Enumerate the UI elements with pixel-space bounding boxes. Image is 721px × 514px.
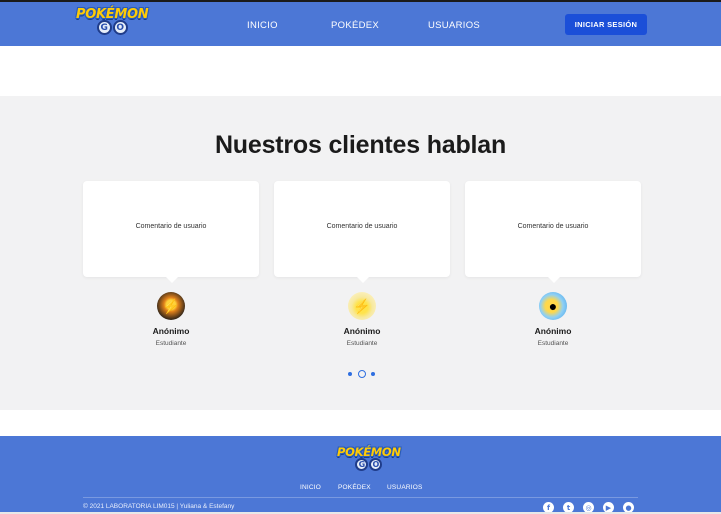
testimonial-role: Estudiante	[155, 340, 187, 347]
testimonial-name: Anónimo	[152, 326, 190, 336]
pokemon-avatar-icon: ⚡	[157, 292, 185, 320]
psyduck-avatar-icon: ●	[539, 292, 567, 320]
carousel-dot-active[interactable]	[358, 370, 366, 378]
testimonial-card: Comentario de usuario	[274, 181, 450, 283]
testimonial-card: Comentario de usuario	[465, 181, 641, 283]
carousel-dot[interactable]	[348, 372, 352, 376]
footer-link-usuarios[interactable]: USUARIOS	[387, 484, 423, 491]
nav-link-pokedex[interactable]: POKÉDEX	[331, 20, 379, 31]
login-button[interactable]: INICIAR SESIÓN	[565, 14, 647, 35]
testimonial-role: Estudiante	[537, 340, 569, 347]
section-title: Nuestros clientes hablan	[214, 131, 507, 159]
footer-divider	[83, 497, 638, 498]
testimonial-comment: Comentario de usuario	[135, 223, 207, 230]
copyright-text: © 2021 LABORATORIA LIM015 | Yuliana & Es…	[83, 503, 235, 510]
testimonial-role: Estudiante	[346, 340, 378, 347]
footer-link-inicio[interactable]: INICIO	[300, 484, 321, 491]
speech-tail	[548, 277, 560, 283]
testimonial-comment: Comentario de usuario	[517, 223, 589, 230]
testimonial-name: Anónimo	[343, 326, 381, 336]
speech-tail	[166, 277, 178, 283]
footer-link-pokedex[interactable]: POKÉDEX	[338, 484, 371, 491]
navbar: POKÉMON G O INICIO POKÉDEX USUARIOS INIC…	[0, 2, 721, 46]
nav-link-usuarios[interactable]: USUARIOS	[428, 20, 480, 31]
speech-tail	[357, 277, 369, 283]
pikachu-avatar-icon: ⚡	[348, 292, 376, 320]
logo-go: G O	[96, 20, 128, 35]
testimonial-comment: Comentario de usuario	[326, 223, 398, 230]
nav-link-inicio[interactable]: INICIO	[247, 20, 278, 31]
testimonial-name: Anónimo	[534, 326, 572, 336]
carousel-dot[interactable]	[371, 372, 375, 376]
footer-logo[interactable]: POKÉMON G O	[337, 446, 401, 471]
logo-go: G O	[355, 457, 383, 471]
testimonial-card: Comentario de usuario	[83, 181, 259, 283]
pokemon-go-logo[interactable]: POKÉMON G O	[76, 8, 149, 35]
